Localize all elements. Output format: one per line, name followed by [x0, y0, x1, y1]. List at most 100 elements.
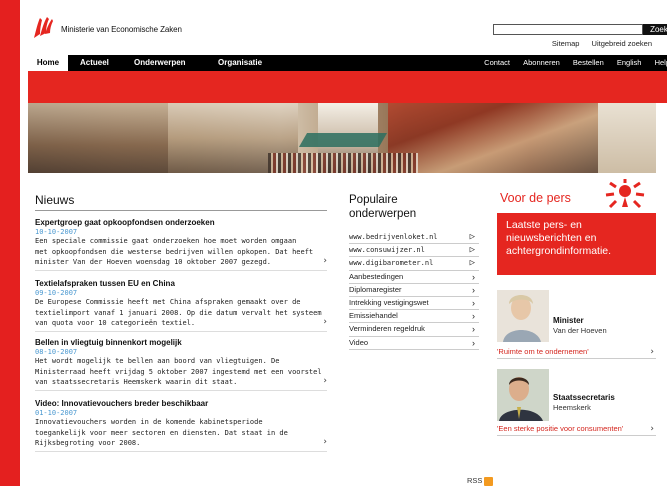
nav-english[interactable]: English [617, 58, 642, 67]
ministry-name[interactable]: Ministerie van Economische Zaken [61, 25, 182, 34]
popular-title-line: Populaire [349, 194, 398, 206]
divider [497, 435, 656, 436]
popular-link-video[interactable]: Video › [349, 337, 479, 350]
nav-organisatie[interactable]: Organisatie [218, 55, 262, 71]
popular-link-label: Aanbestedingen [349, 271, 404, 281]
nav-contact[interactable]: Contact [484, 58, 510, 67]
popular-title-line: onderwerpen [349, 208, 417, 220]
popular-link-label: Verminderen regeldruk [349, 324, 425, 334]
news-item-text: toegankelijk voor meer sectoren en diens… [35, 428, 288, 437]
search-button[interactable]: Zoek [643, 24, 667, 35]
news-item-text: textielimport vanaf 1 januari 2008. Op d… [35, 308, 322, 317]
popular-link-regeldruk[interactable]: Verminderen regeldruk › [349, 323, 479, 337]
chevron-right-icon: › [472, 337, 475, 348]
banner-crowd [268, 153, 418, 173]
divider [35, 389, 327, 391]
popular-link-bedrijvenloket[interactable]: www.bedrijvenloket.nl ▷ [349, 231, 479, 245]
news-item-title[interactable]: Textielafspraken tussen EU en China [35, 279, 327, 288]
popular-link-consuwijzer[interactable]: www.consuwijzer.nl ▷ [349, 244, 479, 258]
banner-building-right [598, 103, 656, 173]
news-divider [35, 210, 327, 211]
popular-link-label: Diplomaregister [349, 284, 402, 294]
popular-link-label: www.consuwijzer.nl [349, 246, 425, 255]
chevron-right-icon: › [472, 324, 475, 335]
nav-help[interactable]: Help [655, 58, 667, 67]
news-item-text: met opkoopfondsen die westerse bedrijven… [35, 247, 314, 256]
banner-rooftops [388, 103, 598, 173]
press-burst-icon [605, 179, 645, 209]
popular-topics-list: www.bedrijvenloket.nl ▷ www.consuwijzer.n… [349, 231, 479, 350]
press-info-box[interactable]: Laatste pers- en nieuwsberichten en acht… [497, 213, 656, 275]
top-links: Sitemap Uitgebreid zoeken [542, 39, 652, 48]
nav-home[interactable]: Home [28, 55, 68, 71]
nav-bestellen[interactable]: Bestellen [573, 58, 604, 67]
popular-link-diplomaregister[interactable]: Diplomaregister › [349, 284, 479, 297]
popular-link-digibarometer[interactable]: www.digibarometer.nl ▷ [349, 257, 479, 271]
nav-abonneren[interactable]: Abonneren [523, 58, 560, 67]
chevron-right-icon[interactable]: › [323, 376, 327, 386]
external-link-icon: ▷ [469, 232, 475, 242]
divider [35, 450, 327, 452]
minister-photo[interactable] [497, 290, 549, 342]
chevron-right-icon[interactable]: › [323, 317, 327, 327]
news-heading: Nieuws [35, 193, 75, 207]
popular-link-label: www.bedrijvenloket.nl [349, 233, 438, 241]
red-header-band [28, 71, 667, 103]
popular-link-label: Emissiehandel [349, 311, 398, 321]
press-box-line: nieuwsberichten en [506, 232, 597, 244]
news-item-text: van quota voor 10 categorieën textiel. [35, 319, 196, 327]
secretary-photo[interactable] [497, 369, 549, 421]
news-item[interactable]: Expertgroep gaat opkoopfondsen onderzoek… [35, 218, 327, 271]
advanced-search-link[interactable]: Uitgebreid zoeken [592, 39, 652, 48]
news-item-text: Het wordt mogelijk te bellen aan boord v… [35, 357, 280, 365]
minister-role[interactable]: Minister [553, 316, 584, 325]
search-input[interactable] [493, 24, 643, 35]
external-link-icon: ▷ [469, 245, 475, 256]
popular-link-aanbestedingen[interactable]: Aanbestedingen › [349, 271, 479, 284]
news-item-title[interactable]: Bellen in vliegtuig binnenkort mogelijk [35, 338, 327, 347]
banner-awning [298, 133, 388, 147]
news-item[interactable]: Bellen in vliegtuig binnenkort mogelijk … [35, 338, 327, 391]
nav-actueel[interactable]: Actueel [80, 55, 109, 71]
chevron-right-icon[interactable]: › [323, 437, 327, 447]
news-item-text: Rijksbegroting voor 2008. [35, 439, 141, 447]
chevron-right-icon: › [472, 311, 475, 322]
external-link-icon: ▷ [469, 258, 475, 269]
nav-utility-links: Contact Abonneren Bestellen English Help [473, 55, 667, 71]
news-item-date: 08-10-2007 [35, 348, 78, 356]
chevron-right-icon[interactable]: › [323, 256, 327, 266]
popular-link-label: Video [349, 337, 369, 347]
minister-quote-link[interactable]: 'Ruimte om te ondernemen' [497, 347, 589, 356]
rss-icon [484, 476, 494, 486]
press-box-line: achtergrondinformatie. [506, 245, 612, 257]
popular-link-vestigingswet[interactable]: Intrekking vestigingswet › [349, 297, 479, 311]
divider [35, 330, 327, 332]
secretary-role[interactable]: Staatssecretaris [553, 393, 615, 402]
main-navigation: Home Actueel Onderwerpen Organisatie Con… [28, 55, 667, 71]
news-item-title[interactable]: Expertgroep gaat opkoopfondsen onderzoek… [35, 218, 327, 227]
banner-building-left [28, 103, 168, 173]
news-item-date: 10-10-2007 [35, 228, 78, 236]
divider [35, 269, 327, 271]
chevron-right-icon[interactable]: › [650, 347, 654, 357]
news-item[interactable]: Video: Innovatievouchers breder beschikb… [35, 399, 327, 452]
news-item-text: Innovatievouchers worden in de komende k… [35, 418, 263, 426]
news-item-date: 01-10-2007 [35, 409, 78, 417]
popular-link-label: Intrekking vestigingswet [349, 297, 429, 307]
press-box-line: Laatste pers- en [506, 219, 582, 231]
press-title[interactable]: Voor de pers [500, 191, 571, 205]
news-item-text: De Europese Commissie heeft met China af… [35, 298, 301, 306]
secretary-quote-link[interactable]: 'Een sterke positie voor consumenten' [497, 424, 623, 433]
news-item-date: 09-10-2007 [35, 289, 78, 297]
sitemap-link[interactable]: Sitemap [552, 39, 580, 48]
ministry-logo-icon[interactable] [32, 14, 54, 40]
news-item-text: Ministerraad heeft vrijdag 5 oktober 200… [35, 367, 322, 376]
nav-onderwerpen[interactable]: Onderwerpen [134, 55, 186, 71]
rss-link[interactable]: RSS [467, 476, 494, 486]
chevron-right-icon[interactable]: › [650, 424, 654, 434]
news-item-title[interactable]: Video: Innovatievouchers breder beschikb… [35, 399, 327, 408]
news-item[interactable]: Textielafspraken tussen EU en China 09-1… [35, 279, 327, 332]
secretary-name: Heemskerk [553, 403, 591, 412]
popular-link-label: www.digibarometer.nl [349, 259, 434, 268]
popular-link-emissiehandel[interactable]: Emissiehandel › [349, 310, 479, 324]
